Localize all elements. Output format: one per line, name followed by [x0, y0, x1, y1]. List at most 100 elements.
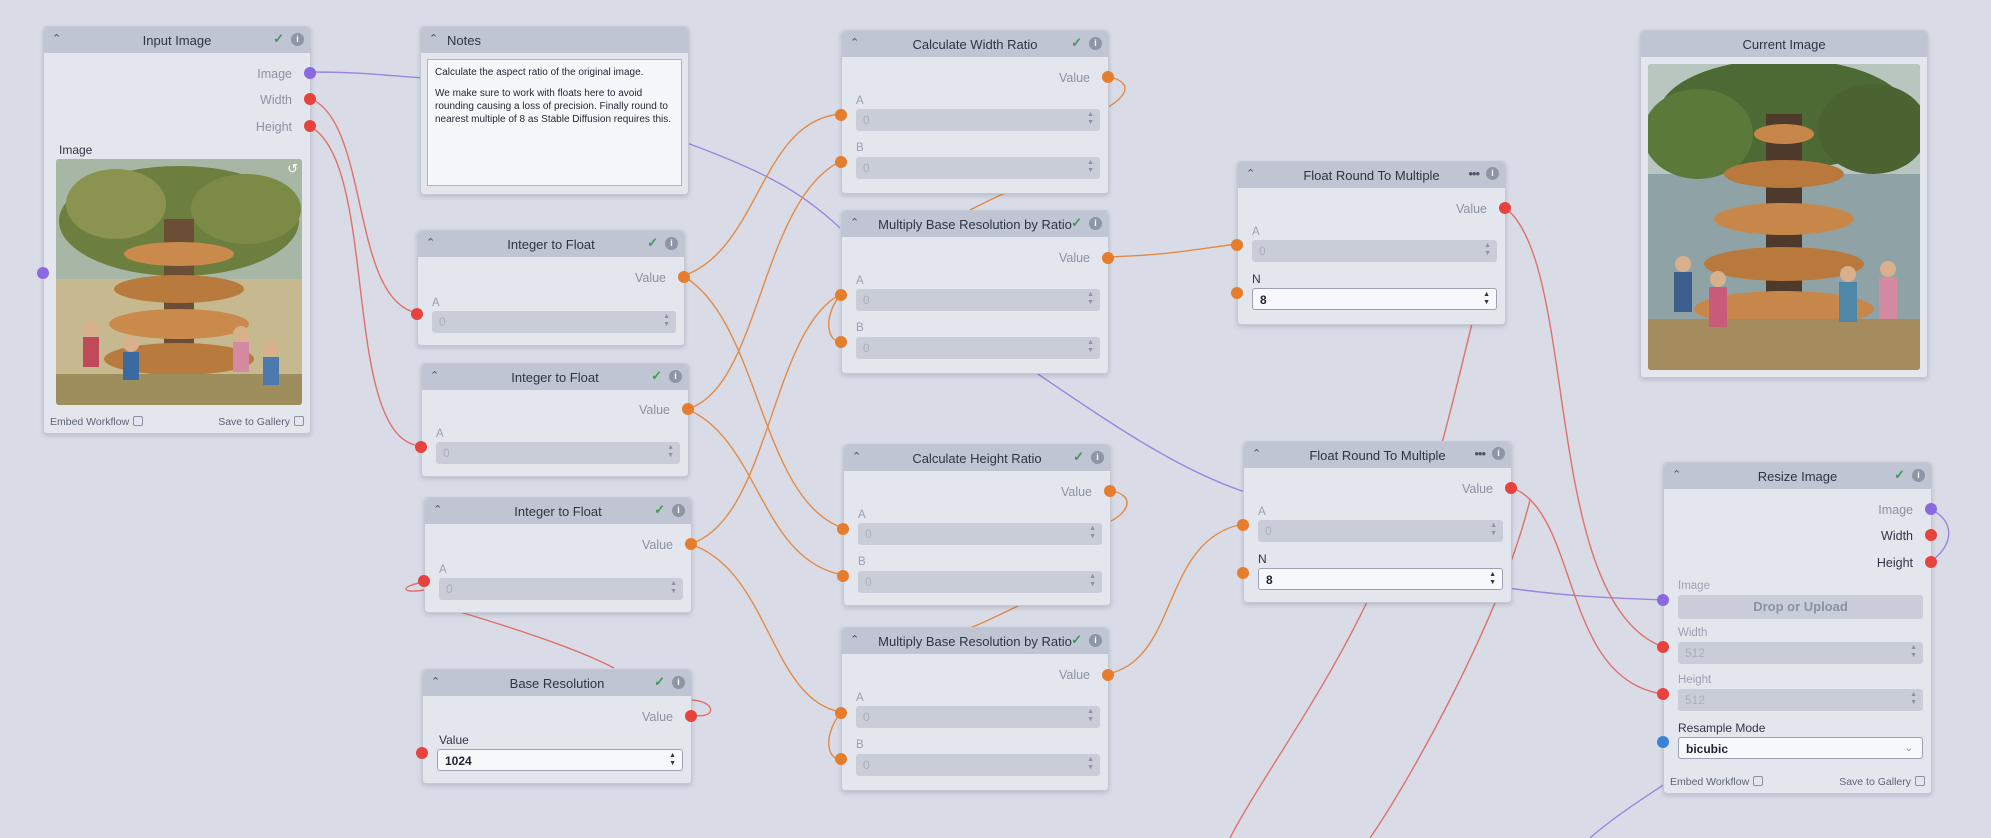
input-n-port[interactable]	[1237, 567, 1249, 579]
output-value-port[interactable]	[685, 538, 697, 550]
node-float-round-2[interactable]: ⌃ Float Round To Multiple ••• i Value A 0…	[1237, 441, 1517, 603]
output-height-port[interactable]	[1925, 556, 1937, 568]
node-header[interactable]: ⌃ Input Image ✓ i	[44, 27, 310, 53]
input-a-port[interactable]	[415, 441, 427, 453]
input-b-port[interactable]	[835, 753, 847, 765]
field-a-input[interactable]: 0 ▲ ▼	[856, 706, 1100, 728]
node-base-resolution[interactable]: ⌃ Base Resolution ✓ i Value Value 1024 ▲ ▼	[416, 669, 697, 784]
output-image-port[interactable]	[1925, 503, 1937, 515]
info-icon[interactable]: i	[1089, 216, 1102, 230]
node-header[interactable]: ⌃ Multiply Base Resolution by Ratio ✓ i	[842, 628, 1108, 654]
field-a-input[interactable]: 0 ▲ ▼	[436, 442, 680, 464]
save-to-gallery-checkbox[interactable]	[1915, 776, 1925, 786]
input-a-port[interactable]	[1237, 519, 1249, 531]
info-icon[interactable]: i	[665, 236, 678, 250]
field-a-input[interactable]: 0 ▲ ▼	[1258, 520, 1503, 542]
node-header[interactable]: ⌃ Calculate Height Ratio ✓ i	[844, 445, 1110, 471]
more-dots-icon[interactable]: •••	[1468, 167, 1480, 180]
chevron-up-icon[interactable]: ⌃	[1246, 167, 1255, 180]
output-width-port[interactable]	[304, 93, 316, 105]
node-header[interactable]: Current Image	[1641, 31, 1927, 57]
input-a-port[interactable]	[411, 308, 423, 320]
height-input[interactable]: 512 ▲ ▼	[1678, 689, 1923, 711]
input-a-port[interactable]	[835, 289, 847, 301]
stepper-icon[interactable]: ▲ ▼	[1087, 159, 1094, 175]
input-image-port[interactable]	[1657, 594, 1669, 606]
node-integer-to-float-2[interactable]: ⌃ Integer to Float ✓ i Value A 0 ▲ ▼	[415, 363, 694, 477]
resample-mode-select[interactable]: bicubic ⌄	[1678, 737, 1923, 759]
save-to-gallery-checkbox[interactable]	[294, 416, 304, 426]
notes-textarea[interactable]: Calculate the aspect ratio of the origin…	[427, 59, 682, 186]
info-icon[interactable]: i	[1492, 447, 1505, 460]
save-to-gallery-toggle[interactable]: Save to Gallery	[1839, 776, 1925, 788]
info-icon[interactable]: i	[669, 369, 682, 383]
node-header[interactable]: ⌃ Resize Image ✓ i	[1664, 463, 1931, 489]
input-b-port[interactable]	[835, 156, 847, 168]
output-value-port[interactable]	[1102, 71, 1114, 83]
node-header[interactable]: ⌃ Integer to Float ✓ i	[422, 364, 688, 390]
info-icon[interactable]: i	[1486, 167, 1499, 180]
node-current-image[interactable]: Current Image	[1640, 30, 1928, 378]
field-b-input[interactable]: 0 ▲ ▼	[856, 754, 1100, 776]
info-icon[interactable]: i	[672, 675, 685, 689]
input-b-port[interactable]	[837, 570, 849, 582]
input-value-port[interactable]	[416, 747, 428, 759]
field-a-input[interactable]: 0 ▲ ▼	[432, 311, 676, 333]
field-b-input[interactable]: 0 ▲ ▼	[858, 571, 1102, 593]
output-value-port[interactable]	[678, 271, 690, 283]
field-a-input[interactable]: 0 ▲ ▼	[439, 578, 683, 600]
stepper-icon[interactable]: ▲ ▼	[1087, 291, 1094, 307]
chevron-up-icon[interactable]: ⌃	[430, 369, 439, 382]
field-a-input[interactable]: 0 ▲ ▼	[856, 109, 1100, 131]
chevron-up-icon[interactable]: ⌃	[1252, 447, 1261, 460]
input-image-preview[interactable]: ↺	[56, 159, 302, 405]
chevron-up-icon[interactable]: ⌃	[1672, 468, 1681, 481]
info-icon[interactable]: i	[291, 32, 304, 46]
output-value-port[interactable]	[1102, 252, 1114, 264]
stepper-icon[interactable]: ▲ ▼	[667, 444, 674, 460]
input-a-port[interactable]	[835, 109, 847, 121]
base-resolution-input[interactable]: 1024 ▲ ▼	[437, 749, 683, 771]
node-input-image[interactable]: ⌃ Input Image ✓ i Image Width Height Imag…	[37, 26, 316, 434]
input-n-port[interactable]	[1231, 287, 1243, 299]
stepper-icon[interactable]: ▲ ▼	[670, 580, 677, 596]
node-resize-image[interactable]: ⌃ Resize Image ✓ i Image Width Height Ima…	[1657, 462, 1937, 794]
width-input[interactable]: 512 ▲ ▼	[1678, 642, 1923, 664]
chevron-up-icon[interactable]: ⌃	[850, 36, 859, 49]
stepper-icon[interactable]: ▲ ▼	[1089, 525, 1096, 541]
field-b-input[interactable]: 0 ▲ ▼	[856, 157, 1100, 179]
embed-workflow-checkbox[interactable]	[133, 416, 144, 426]
stepper-icon[interactable]: ▲ ▼	[1087, 339, 1094, 355]
stepper-icon[interactable]: ▲ ▼	[1087, 111, 1094, 127]
info-icon[interactable]: i	[672, 503, 685, 517]
stepper-icon[interactable]: ▲ ▼	[669, 752, 676, 768]
more-dots-icon[interactable]: •••	[1474, 447, 1486, 460]
chevron-up-icon[interactable]: ⌃	[429, 32, 438, 45]
stepper-icon[interactable]: ▲ ▼	[1089, 573, 1096, 589]
reset-icon[interactable]: ↺	[287, 161, 298, 177]
stepper-icon[interactable]: ▲ ▼	[1490, 522, 1497, 538]
node-notes[interactable]: ⌃ Notes Calculate the aspect ratio of th…	[420, 26, 689, 195]
input-width-port[interactable]	[1657, 641, 1669, 653]
input-height-port[interactable]	[1657, 688, 1669, 700]
chevron-up-icon[interactable]: ⌃	[433, 503, 442, 516]
stepper-icon[interactable]: ▲ ▼	[1087, 756, 1094, 772]
chevron-up-icon[interactable]: ⌃	[852, 450, 861, 463]
chevron-up-icon[interactable]: ⌃	[431, 675, 440, 688]
output-width-port[interactable]	[1925, 529, 1937, 541]
field-n-input[interactable]: 8 ▲ ▼	[1258, 568, 1503, 590]
chevron-up-icon[interactable]: ⌃	[850, 216, 859, 229]
node-header[interactable]: ⌃ Notes	[421, 27, 688, 53]
info-icon[interactable]: i	[1089, 633, 1102, 647]
stepper-icon[interactable]: ▲ ▼	[663, 313, 670, 329]
output-value-port[interactable]	[1104, 485, 1116, 497]
current-image-preview[interactable]	[1648, 64, 1920, 370]
node-calculate-width-ratio[interactable]: ⌃ Calculate Width Ratio ✓ i Value A 0 ▲ ▼ B…	[835, 30, 1114, 194]
node-multiply-base-resolution-1[interactable]: ⌃ Multiply Base Resolution by Ratio ✓ i V…	[835, 210, 1114, 374]
input-a-port[interactable]	[835, 707, 847, 719]
stepper-icon[interactable]: ▲ ▼	[1484, 242, 1491, 258]
field-a-input[interactable]: 0 ▲ ▼	[856, 289, 1100, 311]
node-header[interactable]: ⌃ Float Round To Multiple ••• i	[1244, 442, 1511, 468]
stepper-icon[interactable]: ▲ ▼	[1910, 691, 1917, 707]
stepper-icon[interactable]: ▲ ▼	[1489, 571, 1496, 587]
